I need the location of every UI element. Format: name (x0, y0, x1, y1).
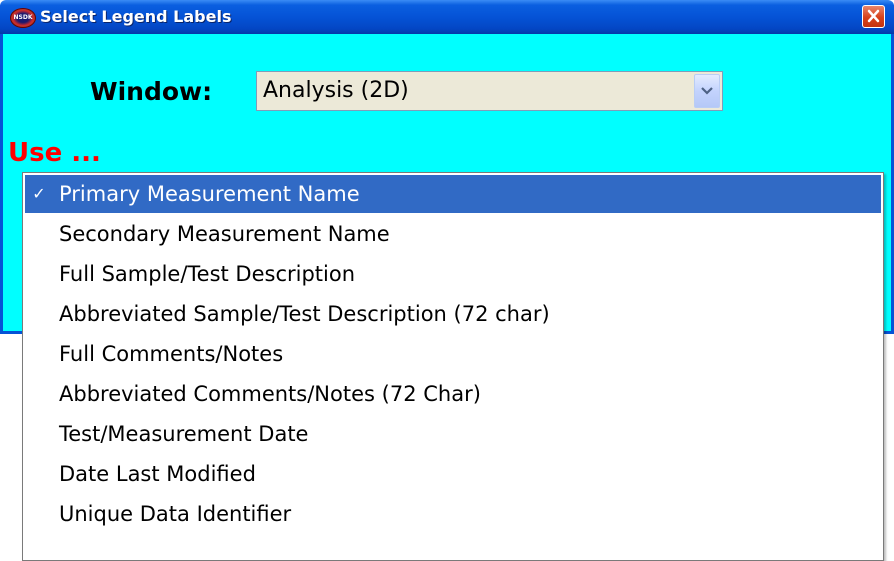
list-item[interactable]: Secondary Measurement Name (25, 215, 881, 253)
list-item-label: Abbreviated Comments/Notes (72 Char) (59, 382, 481, 406)
list-item[interactable]: Test/Measurement Date (25, 415, 881, 453)
close-icon (867, 9, 880, 23)
list-item[interactable]: Date Last Modified (25, 455, 881, 493)
list-item-label: Primary Measurement Name (59, 182, 360, 206)
list-item-label: Test/Measurement Date (59, 422, 309, 446)
title-bar[interactable]: NSDK Select Legend Labels (0, 0, 894, 34)
close-button[interactable] (862, 5, 885, 28)
list-item[interactable]: Abbreviated Comments/Notes (72 Char) (25, 375, 881, 413)
list-item[interactable]: Full Sample/Test Description (25, 255, 881, 293)
list-item[interactable]: Abbreviated Sample/Test Description (72 … (25, 295, 881, 333)
list-item-label: Secondary Measurement Name (59, 222, 390, 246)
list-item[interactable]: Full Comments/Notes (25, 335, 881, 373)
window-select-value: Analysis (2D) (263, 78, 409, 103)
use-label: Use ... (8, 138, 101, 168)
list-item-label: Unique Data Identifier (59, 502, 292, 526)
list-item[interactable]: Unique Data Identifier (25, 495, 881, 533)
list-item-label: Date Last Modified (59, 462, 256, 486)
legend-label-list[interactable]: ✓ Primary Measurement Name Secondary Mea… (22, 172, 884, 561)
check-icon: ✓ (32, 184, 46, 203)
list-item[interactable]: ✓ Primary Measurement Name (25, 175, 881, 213)
window-label: Window: (90, 77, 213, 106)
list-item-label: Abbreviated Sample/Test Description (72 … (59, 302, 550, 326)
chevron-down-icon (701, 87, 713, 95)
window-title: Select Legend Labels (40, 7, 232, 26)
app-logo-icon: NSDK (10, 8, 36, 28)
list-item-label: Full Comments/Notes (59, 342, 284, 366)
window-select[interactable]: Analysis (2D) (256, 71, 723, 111)
list-item-label: Full Sample/Test Description (59, 262, 356, 286)
dropdown-button[interactable] (694, 74, 720, 108)
